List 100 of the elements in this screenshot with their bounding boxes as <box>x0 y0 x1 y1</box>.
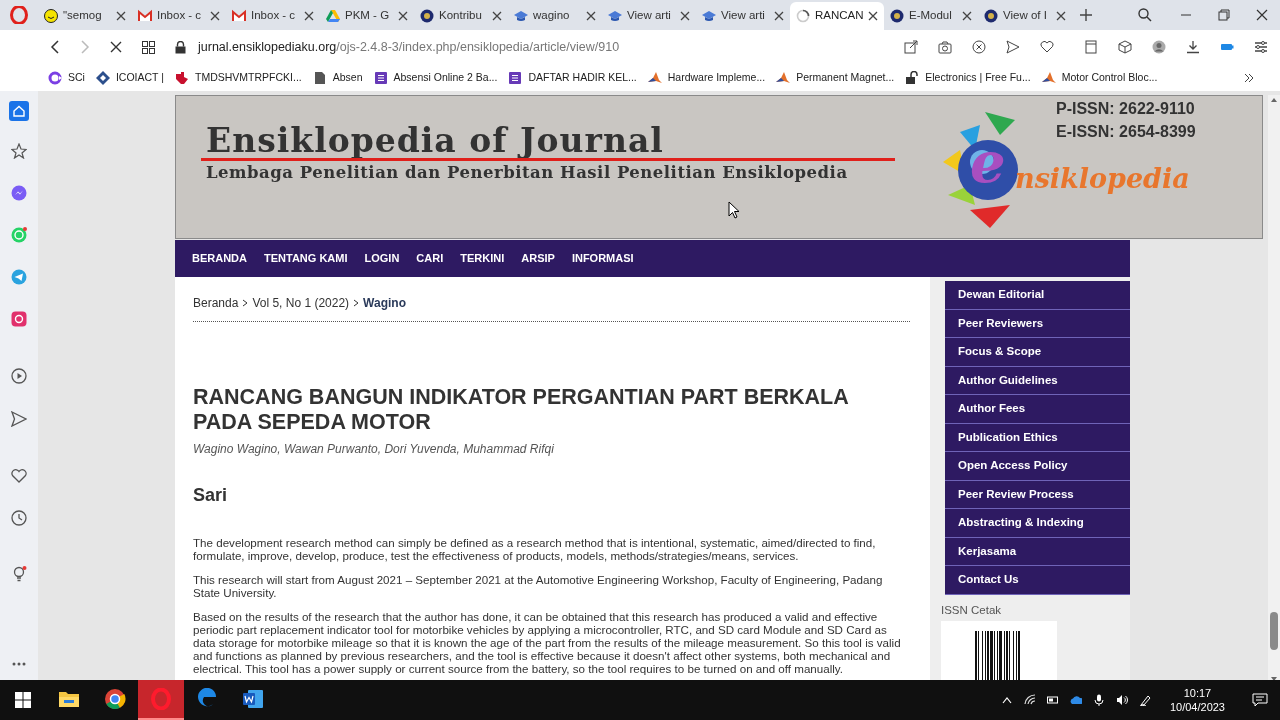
close-icon[interactable] <box>398 11 408 21</box>
breadcrumb-link[interactable]: Wagino <box>363 294 406 312</box>
download-icon[interactable] <box>1186 40 1200 54</box>
abstract-paragraph: Based on the results of the research that the author has done, it can be obtained that this research has produced a valid and effective periodic part replacement indicator tool for motorbike vehicles by applying a microcontroller, RTC, and SD card Module and SD Card as data storage for motorbike mileage so that it is known the age of the part from the results of the mileage measurement. So this tool is valid and functions as planned by previous researchers, and the tool is effective because it doesn't affect other systems, both mechanical and electrical. This tool has a power supply or current source from the battery, so the tool requires to be turned on and off manually. <box>193 610 902 675</box>
close-icon[interactable] <box>304 11 314 21</box>
bookmark-item[interactable]: SCi <box>48 66 85 89</box>
sidebar-menu-item[interactable]: Author Fees <box>945 395 1130 424</box>
pen-icon[interactable] <box>1138 694 1151 706</box>
profile-icon[interactable] <box>1152 40 1166 54</box>
bookmark-item[interactable]: ICOIACT | <box>95 66 164 89</box>
crest-icon <box>420 9 434 23</box>
browser-tab[interactable]: View of I <box>978 2 1072 30</box>
sidebar-menu-item[interactable]: Author Guidelines <box>945 366 1130 395</box>
browser-tab[interactable]: Inbox - c <box>132 2 226 30</box>
clock-icon[interactable] <box>11 510 27 526</box>
block-icon[interactable] <box>972 40 986 54</box>
cloud-icon[interactable] <box>1069 694 1082 706</box>
lightbulb-icon[interactable] <box>11 566 27 582</box>
sidebar-menu-item[interactable]: Open Access Policy <box>945 452 1130 481</box>
star-icon[interactable] <box>11 143 27 159</box>
nav-link[interactable]: BERANDA <box>192 250 247 267</box>
cube-icon[interactable] <box>1118 40 1132 54</box>
nav-link[interactable]: ARSIP <box>521 250 555 267</box>
bookmark-item[interactable]: Motor Control Bloc... <box>1041 66 1158 89</box>
sidebar-menu-item[interactable]: Peer Reviewers <box>945 309 1130 338</box>
instagram-icon[interactable] <box>11 311 27 327</box>
browser-tab[interactable]: "semog <box>38 2 132 30</box>
nav-link[interactable]: INFORMASI <box>571 250 634 267</box>
share-icon[interactable] <box>904 40 918 54</box>
notification-icon[interactable] <box>1252 693 1268 707</box>
breadcrumb-link[interactable]: Vol 5, No 1 (2022) <box>252 294 350 312</box>
scrollbar[interactable] <box>1268 95 1280 680</box>
logo-text: nsiklopedia <box>1015 164 1190 194</box>
heart-icon[interactable] <box>11 468 27 484</box>
telegram-icon[interactable] <box>11 269 27 285</box>
new-tab-icon[interactable] <box>1080 9 1092 21</box>
bookmark-item[interactable]: Permanent Magnet... <box>776 66 895 89</box>
messenger-icon[interactable] <box>11 185 27 201</box>
bookmark-item[interactable]: Hardware Impleme... <box>647 66 766 89</box>
bookmark-item[interactable]: Absen <box>312 66 363 89</box>
opera-logo-icon[interactable] <box>10 6 28 24</box>
microphone-icon[interactable] <box>1092 694 1105 706</box>
browser-tab[interactable]: E-Modul <box>884 2 978 30</box>
heart-icon[interactable] <box>1040 40 1054 54</box>
close-icon[interactable] <box>680 11 690 21</box>
search-icon[interactable] <box>1138 8 1152 22</box>
clock-button[interactable]: 10:17 10/04/2023 <box>1169 686 1225 714</box>
settings-icon[interactable] <box>1254 40 1268 54</box>
home-icon[interactable] <box>9 101 29 121</box>
close-icon[interactable] <box>868 11 878 21</box>
close-icon[interactable] <box>210 11 220 21</box>
sidebar-menu-item[interactable]: Focus & Scope <box>945 338 1130 367</box>
sidebar-menu-item[interactable]: Contact Us <box>945 566 1130 595</box>
windows-start-icon[interactable] <box>15 692 31 708</box>
browser-tab[interactable]: View arti <box>602 2 696 30</box>
close-icon[interactable] <box>492 11 502 21</box>
close-icon[interactable] <box>1256 9 1268 21</box>
back-icon[interactable] <box>50 40 60 54</box>
close-icon[interactable] <box>586 11 596 21</box>
bookmark-item[interactable]: DAFTAR HADIR KEL... <box>508 66 637 89</box>
sidebar-menu-item[interactable]: Kerjasama <box>945 537 1130 566</box>
close-icon[interactable] <box>962 11 972 21</box>
close-icon[interactable] <box>1056 11 1066 21</box>
chevron-right-icon[interactable] <box>1244 73 1254 83</box>
browser-tab[interactable]: Kontribu <box>414 2 508 30</box>
breadcrumb-link[interactable]: Beranda <box>193 294 239 312</box>
close-icon[interactable] <box>774 11 784 21</box>
wifi-icon[interactable] <box>1023 694 1036 706</box>
stop-icon[interactable] <box>110 41 122 53</box>
nav-link[interactable]: LOGIN <box>364 250 400 267</box>
browser-tab[interactable]: RANCAN <box>790 2 884 30</box>
send-icon[interactable] <box>11 411 27 427</box>
play-icon[interactable] <box>11 368 27 384</box>
nav-link[interactable]: CARI <box>416 250 444 267</box>
form-icon <box>508 70 523 85</box>
browser-tab[interactable]: Inbox - c <box>226 2 320 30</box>
bookmark-item[interactable]: Absensi Online 2 Ba... <box>373 66 498 89</box>
browser-tab[interactable]: View arti <box>696 2 790 30</box>
sidebar-menu-item[interactable]: Publication Ethics <box>945 423 1130 452</box>
whatsapp-icon[interactable] <box>11 227 27 243</box>
close-icon[interactable] <box>116 11 126 21</box>
speaker-icon[interactable] <box>1115 694 1128 706</box>
sidebar-menu-item[interactable]: Peer Review Process <box>945 480 1130 509</box>
battery-icon[interactable] <box>1046 694 1059 706</box>
address-field[interactable]: jurnal.ensiklopediaku.org/ojs-2.4.8-3/index.php/ensiklopedia/article/view/910 <box>175 37 884 57</box>
restore-icon[interactable] <box>1218 9 1230 21</box>
more-icon[interactable] <box>12 662 26 666</box>
send-icon[interactable] <box>1006 40 1020 54</box>
bookmark-item[interactable]: TMDSHVMTRPFCKI... <box>174 66 302 89</box>
document-icon[interactable] <box>1084 40 1098 54</box>
sidebar-menu-item[interactable]: Dewan Editorial <box>945 281 1130 310</box>
browser-tab[interactable]: PKM - G <box>320 2 414 30</box>
nav-link[interactable]: TERKINI <box>460 250 505 267</box>
browser-tab[interactable]: wagino <box>508 2 602 30</box>
tab-grid-icon[interactable] <box>142 40 155 54</box>
sidebar-menu-item[interactable]: Abstracting & Indexing <box>945 509 1130 538</box>
bookmark-item[interactable]: Electronics | Free Fu... <box>905 66 1031 89</box>
nav-link[interactable]: TENTANG KAMI <box>264 250 348 267</box>
camera-icon[interactable] <box>938 40 952 54</box>
scrollbar-thumb[interactable] <box>1270 612 1278 650</box>
